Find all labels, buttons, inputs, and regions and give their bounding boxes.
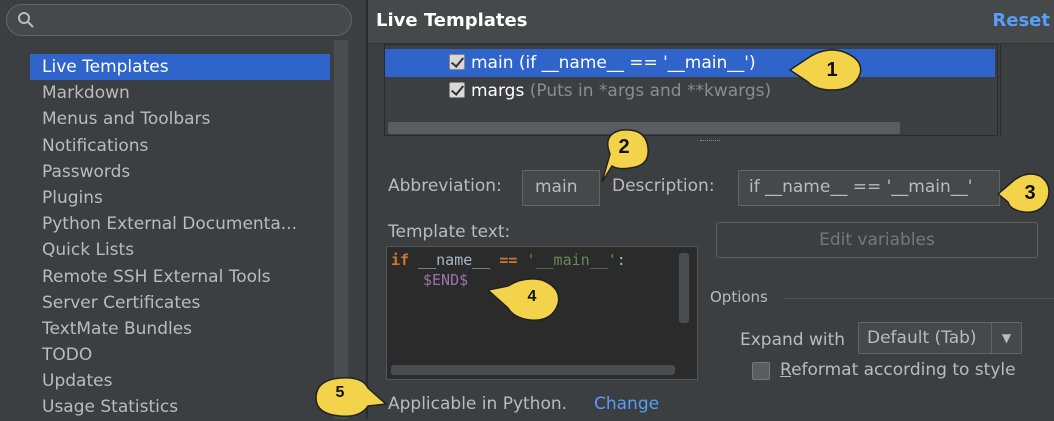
reformat-checkbox[interactable] [752, 362, 770, 380]
sidebar-item-quick-lists[interactable]: Quick Lists [30, 237, 330, 263]
code-string: '__main__' [517, 251, 617, 269]
search-icon [17, 11, 35, 29]
settings-sidebar: Live Templates Markdown Menus and Toolba… [0, 0, 366, 419]
sidebar-item-menus-and-toolbars[interactable]: Menus and Toolbars [30, 106, 330, 132]
options-heading: Options [710, 288, 768, 306]
expand-with-select[interactable]: Default (Tab) ▼ [858, 322, 1022, 354]
options-separator [784, 298, 1054, 299]
callout-number: 2 [618, 136, 630, 158]
sidebar-list: Live Templates Markdown Menus and Toolba… [30, 54, 330, 421]
splitter-handle[interactable] [700, 140, 720, 144]
sidebar-item-markdown[interactable]: Markdown [30, 80, 330, 106]
panel-header: Live Templates Reset [368, 0, 1054, 44]
template-text-label: Template text: [388, 222, 511, 242]
code-colon: : [616, 251, 626, 269]
sidebar-item-usage-statistics[interactable]: Usage Statistics [30, 394, 330, 420]
callout-number: 3 [1024, 182, 1036, 204]
code-line: if __name__ == '__main__': [391, 251, 626, 269]
code-keyword: if [391, 251, 410, 269]
sidebar-item-remote-ssh-external-tools[interactable]: Remote SSH External Tools [30, 264, 330, 290]
page-title: Live Templates [376, 10, 528, 31]
reformat-label[interactable]: Reformat according to style [780, 360, 1016, 380]
template-row-margs[interactable]: margs (Puts in *args and **kwargs) [385, 77, 995, 105]
editor-vscrollbar[interactable] [679, 253, 689, 323]
template-name: main (if __name__ == '__main__') [471, 53, 756, 73]
code-identifier: __name__ [409, 251, 500, 269]
change-context-link[interactable]: Change [594, 394, 659, 414]
sidebar-item-python-external-documentation[interactable]: Python External Documenta... [30, 211, 330, 237]
abbreviation-field[interactable]: main [522, 170, 600, 206]
template-list-vscrollbar[interactable] [1000, 44, 1012, 136]
callout-badge-1: 1 [788, 48, 862, 92]
sidebar-item-notifications[interactable]: Notifications [30, 133, 330, 159]
template-name: margs [471, 81, 525, 101]
panel-divider[interactable] [366, 0, 368, 419]
reformat-mnemonic: R [780, 360, 792, 380]
expand-with-label: Expand with [740, 330, 846, 350]
callout-number: 1 [826, 59, 838, 81]
reformat-label-text: eformat according to style [791, 360, 1016, 380]
applicable-context-label: Applicable in Python. [388, 394, 568, 414]
sidebar-item-server-certificates[interactable]: Server Certificates [30, 290, 330, 316]
sidebar-item-textmate-bundles[interactable]: TextMate Bundles [30, 316, 330, 342]
sidebar-scrollbar[interactable] [334, 40, 348, 419]
editor-hscrollbar[interactable] [391, 365, 675, 375]
abbreviation-label: Abbreviation: [388, 176, 502, 196]
code-variable: $END$ [423, 271, 469, 289]
callout-badge-2: 2 [592, 126, 649, 183]
sidebar-item-todo[interactable]: TODO [30, 342, 330, 368]
callout-badge-5: 5 [312, 374, 388, 418]
callout-badge-4: 4 [486, 274, 560, 321]
callout-number: 5 [335, 384, 345, 401]
expand-with-value: Default (Tab) [867, 328, 977, 348]
callout-number: 4 [527, 288, 537, 305]
template-checkbox[interactable] [449, 54, 465, 70]
template-checkbox[interactable] [449, 82, 465, 98]
template-description: (Puts in *args and **kwargs) [524, 81, 772, 101]
search-input[interactable] [6, 4, 352, 36]
code-operator: == [499, 251, 518, 269]
sidebar-item-passwords[interactable]: Passwords [30, 159, 330, 185]
sidebar-item-plugins[interactable]: Plugins [30, 185, 330, 211]
template-row-main[interactable]: main (if __name__ == '__main__') [385, 49, 995, 77]
edit-variables-button[interactable]: Edit variables [716, 222, 1038, 258]
chevron-down-icon[interactable]: ▼ [991, 323, 1021, 353]
sidebar-item-live-templates[interactable]: Live Templates [30, 54, 330, 81]
sidebar-item-updates[interactable]: Updates [30, 368, 330, 394]
callout-badge-3: 3 [996, 168, 1052, 213]
description-field[interactable]: if __name__ == '__main__' [738, 170, 1000, 206]
reset-link[interactable]: Reset [992, 10, 1050, 31]
